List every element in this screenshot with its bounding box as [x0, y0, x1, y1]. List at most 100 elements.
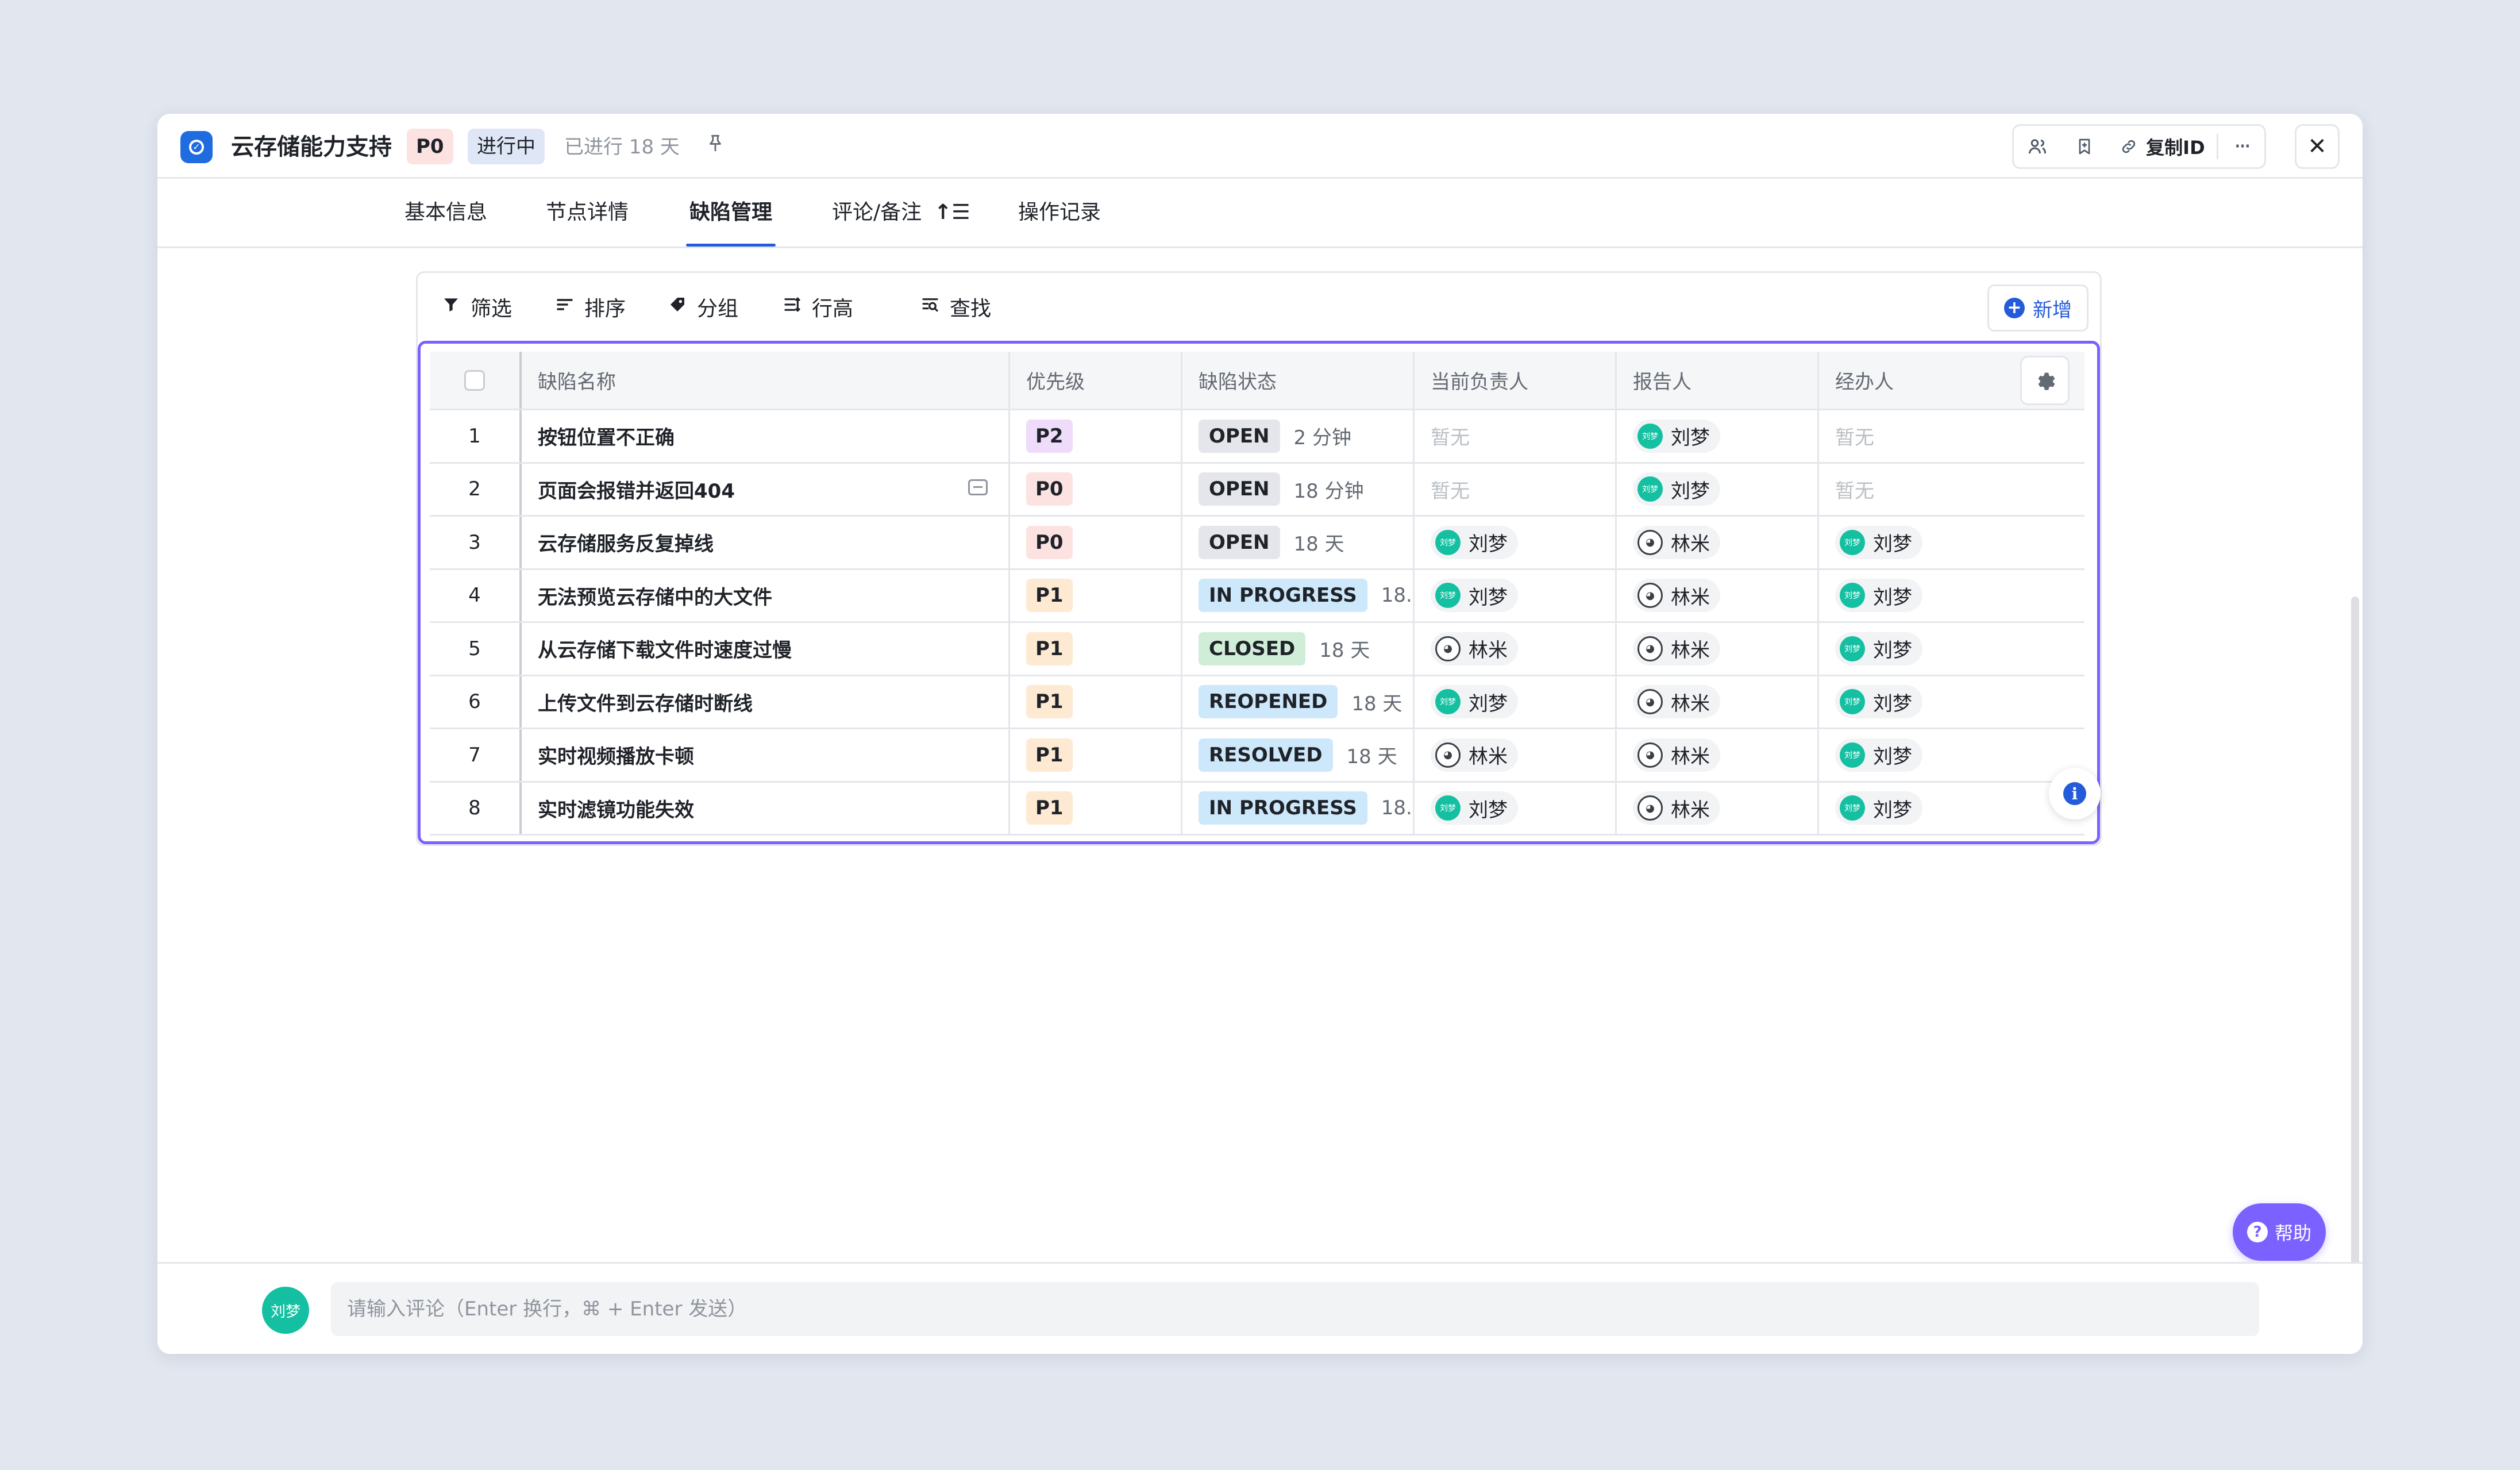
priority-cell[interactable]: P0 — [1010, 463, 1182, 515]
reporter-cell[interactable]: 刘梦 刘梦 — [1617, 410, 1819, 462]
person-chip[interactable]: ◕ 林米 — [1431, 738, 1518, 772]
select-all-checkbox[interactable] — [464, 370, 485, 391]
priority-cell[interactable]: P2 — [1010, 410, 1182, 462]
person-chip[interactable]: 刘梦 刘梦 — [1633, 472, 1720, 506]
person-chip[interactable]: 刘梦 刘梦 — [1835, 632, 1922, 665]
priority-badge[interactable]: P0 — [407, 129, 453, 164]
group-button[interactable]: 分组 — [668, 273, 738, 341]
assignee-cell[interactable]: 刘梦 刘梦 — [1415, 782, 1617, 834]
person-chip[interactable]: 刘梦 刘梦 — [1835, 579, 1922, 613]
person-chip[interactable]: 刘梦 刘梦 — [1835, 791, 1922, 825]
sort-button[interactable]: 排序 — [556, 273, 626, 341]
assignee-cell[interactable]: 暂无 — [1415, 463, 1617, 515]
person-chip[interactable]: ◕ 林米 — [1633, 738, 1720, 772]
tab-basic-info[interactable]: 基本信息 — [404, 179, 487, 247]
column-header-handler[interactable]: 经办人 — [1819, 352, 2084, 409]
person-chip[interactable]: ◕ 林米 — [1633, 685, 1720, 719]
close-icon[interactable]: ✕ — [2295, 124, 2340, 169]
copy-id-button[interactable]: 复制ID — [2108, 126, 2217, 167]
handler-cell[interactable]: 暂无 — [1819, 410, 2084, 462]
person-chip[interactable]: ◕ 林米 — [1431, 632, 1518, 665]
handler-cell[interactable]: 刘梦 刘梦 — [1819, 517, 2084, 568]
status-cell[interactable]: REOPENED 18 天 — [1182, 676, 1415, 728]
status-cell[interactable]: IN PROGRESS 18... — [1182, 569, 1415, 621]
assignee-cell[interactable]: ◕ 林米 — [1415, 729, 1617, 781]
scrollbar[interactable] — [2351, 597, 2359, 1309]
status-cell[interactable]: OPEN 18 天 — [1182, 517, 1415, 568]
defect-name-cell[interactable]: 无法预览云存储中的大文件 — [522, 569, 1010, 621]
table-row[interactable]: 5 从云存储下载文件时速度过慢 P1 CLOSED 18 天 ◕ 林米 ◕ 林米 刘梦 刘梦 — [430, 623, 2084, 676]
assignee-cell[interactable]: 刘梦 刘梦 — [1415, 517, 1617, 568]
reporter-cell[interactable]: ◕ 林米 — [1617, 782, 1819, 834]
defect-name-cell[interactable]: 实时滤镜功能失效 — [522, 782, 1010, 834]
row-height-button[interactable]: 行高 — [783, 273, 853, 341]
sort-lines-icon[interactable]: ↑☰ — [934, 179, 970, 247]
person-chip[interactable]: ◕ 林米 — [1633, 632, 1720, 665]
defect-name-cell[interactable]: 按钮位置不正确 — [522, 410, 1010, 462]
assignee-cell[interactable]: 暂无 — [1415, 410, 1617, 462]
handler-cell[interactable]: 刘梦 刘梦 — [1819, 783, 2084, 834]
table-row[interactable]: 1 按钮位置不正确 P2 OPEN 2 分钟 暂无 刘梦 刘梦 暂无 — [430, 410, 2084, 464]
defect-name-cell[interactable]: 实时视频播放卡顿 — [522, 729, 1010, 781]
handler-cell[interactable]: 暂无 — [1819, 464, 2084, 515]
more-icon[interactable]: ··· — [2217, 133, 2264, 160]
handler-cell[interactable]: 刘梦 刘梦 — [1819, 676, 2084, 728]
assignee-cell[interactable]: 刘梦 刘梦 — [1415, 676, 1617, 728]
status-cell[interactable]: OPEN 18 分钟 — [1182, 463, 1415, 515]
table-row[interactable]: 4无法预览云存储中的大文件P1IN PROGRESS18...刘梦刘梦◕林米刘梦… — [430, 569, 2084, 623]
column-header-name[interactable]: 缺陷名称 — [522, 352, 1010, 409]
tab-operation-log[interactable]: 操作记录 — [1018, 179, 1101, 247]
column-header-reporter[interactable]: 报告人 — [1617, 352, 1819, 409]
info-button[interactable]: i — [2049, 768, 2101, 819]
person-chip[interactable]: ◕ 林米 — [1633, 525, 1720, 559]
reporter-cell[interactable]: ◕ 林米 — [1617, 569, 1819, 621]
priority-cell[interactable]: P1 — [1010, 729, 1182, 781]
tab-defect-management[interactable]: 缺陷管理 — [685, 179, 776, 247]
priority-cell[interactable]: P0 — [1010, 517, 1182, 568]
person-chip[interactable]: ◕ 林米 — [1633, 579, 1720, 613]
priority-cell[interactable]: P1 — [1010, 569, 1182, 621]
pin-icon[interactable] — [706, 133, 725, 158]
defect-name-cell[interactable]: 从云存储下载文件时速度过慢 — [522, 623, 1010, 675]
person-chip[interactable]: 刘梦 刘梦 — [1633, 419, 1720, 453]
column-header-assignee[interactable]: 当前负责人 — [1415, 352, 1617, 409]
status-badge[interactable]: 进行中 — [468, 129, 545, 164]
table-row[interactable]: 7 实时视频播放卡顿 P1 RESOLVED 18 天 ◕ 林米 ◕ 林米 刘梦 刘梦 — [430, 729, 2084, 783]
handler-cell[interactable]: 刘梦 刘梦 — [1819, 570, 2084, 622]
assignee-cell[interactable]: 刘梦 刘梦 — [1415, 569, 1617, 621]
priority-cell[interactable]: P1 — [1010, 782, 1182, 834]
defect-name-cell[interactable]: 云存储服务反复掉线 — [522, 517, 1010, 568]
column-header-status[interactable]: 缺陷状态 — [1182, 352, 1415, 409]
person-chip[interactable]: 刘梦 刘梦 — [1431, 579, 1518, 613]
person-chip[interactable]: ◕ 林米 — [1633, 791, 1720, 825]
table-row[interactable]: 2 页面会报错并返回404 P0 OPEN 18 分钟 暂无 刘梦 刘梦 暂无 — [430, 463, 2084, 517]
status-cell[interactable]: CLOSED 18 天 — [1182, 623, 1415, 675]
find-button[interactable]: 查找 — [921, 273, 991, 341]
reporter-cell[interactable]: ◕ 林米 — [1617, 623, 1819, 675]
help-button[interactable]: ? 帮助 — [2233, 1203, 2326, 1261]
priority-cell[interactable]: P1 — [1010, 623, 1182, 675]
person-chip[interactable]: 刘梦 刘梦 — [1431, 685, 1518, 719]
person-chip[interactable]: 刘梦 刘梦 — [1835, 525, 1922, 559]
handler-cell[interactable]: 刘梦 刘梦 — [1819, 623, 2084, 675]
person-chip[interactable]: 刘梦 刘梦 — [1431, 525, 1518, 559]
status-cell[interactable]: IN PROGRESS 18... — [1182, 782, 1415, 834]
reporter-cell[interactable]: ◕ 林米 — [1617, 676, 1819, 728]
status-cell[interactable]: RESOLVED 18 天 — [1182, 729, 1415, 781]
comment-icon[interactable] — [968, 479, 988, 496]
assignee-cell[interactable]: ◕ 林米 — [1415, 623, 1617, 675]
person-chip[interactable]: 刘梦 刘梦 — [1835, 738, 1922, 772]
filter-button[interactable]: 筛选 — [442, 273, 512, 341]
reporter-cell[interactable]: 刘梦 刘梦 — [1617, 463, 1819, 515]
handler-cell[interactable]: 刘梦 刘梦 — [1819, 729, 2084, 781]
column-header-priority[interactable]: 优先级 — [1010, 352, 1182, 409]
person-chip[interactable]: 刘梦 刘梦 — [1431, 791, 1518, 825]
table-row[interactable]: 8实时滤镜功能失效P1IN PROGRESS18...刘梦刘梦◕林米刘梦刘梦 — [430, 782, 2084, 836]
gear-icon[interactable] — [2020, 355, 2070, 405]
defect-name-cell[interactable]: 上传文件到云存储时断线 — [522, 676, 1010, 728]
status-cell[interactable]: OPEN 2 分钟 — [1182, 410, 1415, 462]
table-row[interactable]: 6 上传文件到云存储时断线 P1 REOPENED 18 天刘梦 刘梦 ◕ 林米 刘梦 刘梦 — [430, 676, 2084, 729]
reporter-cell[interactable]: ◕ 林米 — [1617, 517, 1819, 568]
table-row[interactable]: 3 云存储服务反复掉线 P0 OPEN 18 天刘梦 刘梦 ◕ 林米 刘梦 刘梦 — [430, 517, 2084, 570]
tab-comments[interactable]: 评论/备注 ↑☰ — [832, 179, 970, 247]
